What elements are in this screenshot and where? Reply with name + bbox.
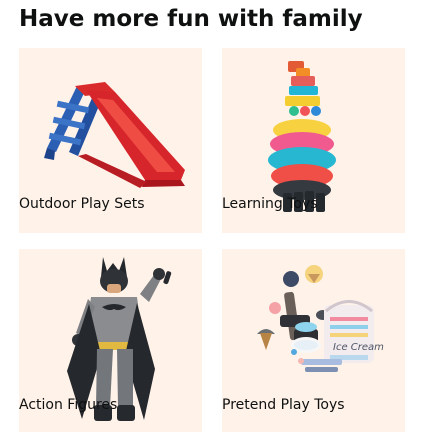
family-fun-card: Have more fun with family Outdoor Play S… [0,0,421,432]
pretend-play-toys-label[interactable]: Pretend Play Toys [222,396,345,414]
action-figures-label[interactable]: Action Figures [19,396,117,414]
learning-toys-label[interactable]: Learning Toys [222,195,318,213]
outdoor-play-sets-label[interactable]: Outdoor Play Sets [19,195,145,213]
card-title: Have more fun with family [19,6,363,32]
svg-text:Ice Cream: Ice Cream [333,342,384,353]
